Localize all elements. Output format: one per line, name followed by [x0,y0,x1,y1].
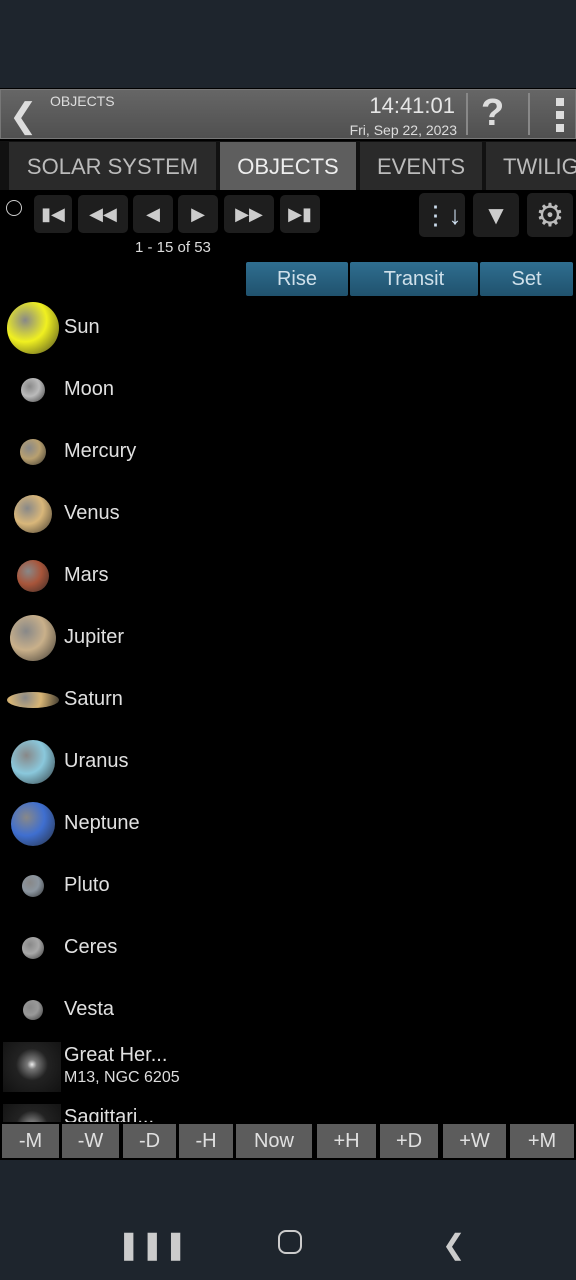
next-icon: ▶ [191,204,205,224]
filter-button[interactable]: ▼ [473,193,519,237]
time-step-minus-h-button[interactable]: -H [179,1124,233,1158]
settings-button[interactable]: ⚙ [527,193,573,237]
object-name: Moon [64,378,115,400]
time-step-plusminus-h-button[interactable]: +H [317,1124,376,1158]
clock-date[interactable]: Fri, Sep 22, 2023 [350,122,457,138]
time-step-plusminus-d-button[interactable]: +D [380,1124,438,1158]
list-item[interactable]: Moon [0,360,576,422]
home-icon[interactable] [278,1230,302,1254]
time-step-minus-d-button[interactable]: -D [123,1124,176,1158]
list-item[interactable]: Pluto [0,856,576,918]
object-name: Great Her... [64,1044,168,1066]
status-bar [0,0,576,88]
mars-image [17,560,49,592]
list-item[interactable]: Sagittari... [0,1104,576,1122]
list-item[interactable]: Mars [0,546,576,608]
list-item[interactable]: Mercury [0,422,576,484]
sort-down-icon: ⋮↓ [422,200,462,230]
mercury-image [20,439,46,465]
prev-icon: ◀ [146,204,160,224]
time-step-minus-m-button[interactable]: -M [2,1124,59,1158]
object-name: Neptune [64,812,140,834]
last-page-button[interactable]: ▶▮ [280,195,320,233]
more-menu-icon[interactable] [556,98,566,137]
list-item[interactable]: Saturn [0,670,576,732]
object-name: Saturn [64,688,123,710]
set-column-button[interactable]: Set [480,262,573,296]
saturn-image [7,692,59,708]
great-her-image [3,1042,61,1092]
list-item[interactable]: Vesta [0,980,576,1042]
system-nav-bar [0,1160,576,1280]
fast-forward-button[interactable]: ▶▶ [224,195,274,233]
transit-column-button[interactable]: Transit [350,262,478,296]
moon-image [21,378,45,402]
object-name: Mars [64,564,109,586]
list-item[interactable]: Ceres [0,918,576,980]
skip-start-icon: ▮◀ [41,204,65,224]
clock-time[interactable]: 14:41:01 [369,93,455,119]
gear-icon: ⚙ [535,197,565,233]
time-step-bar: -M -W -D -H Now +H +D +W +M [0,1123,576,1159]
time-step-now-button[interactable]: Now [236,1124,312,1158]
object-name: Pluto [64,874,110,896]
object-name: Mercury [64,440,137,462]
tab-twilight[interactable]: TWILIG [486,142,576,190]
fast-forward-icon: ▶▶ [235,204,263,224]
time-step-plusminus-m-button[interactable]: +M [510,1124,574,1158]
app-header: ❮ OBJECTS 14:41:01 Fri, Sep 22, 2023 ? [0,89,576,139]
object-name: Jupiter [64,626,125,648]
sagittari-image [3,1104,61,1122]
system-back-icon[interactable]: ❮ [442,1228,465,1261]
result-count: 1 - 15 of 53 [135,239,211,256]
neptune-image [11,802,55,846]
list-item[interactable]: Great Her... M13, NGC 6205 [0,1042,576,1104]
list-item[interactable]: Neptune [0,794,576,856]
filter-icon: ▼ [483,200,509,230]
rewind-icon: ◀◀ [89,204,117,224]
vesta-image [23,1000,43,1020]
recent-apps-icon[interactable]: ❚❚❚ [117,1228,187,1261]
prev-page-button[interactable]: ◀ [133,195,173,233]
object-name: Vesta [64,998,115,1020]
object-list[interactable]: Sun Moon Mercury Venus Mars Jupiter Saturn Uran… [0,298,576,1122]
rise-column-button[interactable]: Rise [246,262,348,296]
time-step-minus-w-button[interactable]: -W [62,1124,119,1158]
list-item[interactable]: Uranus [0,732,576,794]
fast-back-button[interactable]: ◀◀ [78,195,128,233]
pluto-image [22,875,44,897]
next-page-button[interactable]: ▶ [178,195,218,233]
back-icon[interactable]: ❮ [9,96,38,136]
skip-end-icon: ▶▮ [288,204,312,224]
status-circle-icon [6,200,22,216]
list-item[interactable]: Jupiter [0,608,576,670]
object-catalog-ids: M13, NGC 6205 [64,1069,180,1086]
object-name: Ceres [64,936,118,958]
venus-image [14,495,52,533]
sun-image [7,302,59,354]
jupiter-image [10,615,56,661]
help-icon[interactable]: ? [481,92,504,135]
pager-toolbar: ▮◀ ◀◀ ◀ ▶ ▶▶ ▶▮ ⋮↓ ▼ ⚙ [0,193,576,237]
first-page-button[interactable]: ▮◀ [34,195,72,233]
object-name: Uranus [64,750,129,772]
object-name: Sun [64,316,100,338]
time-step-plusminus-w-button[interactable]: +W [443,1124,506,1158]
object-name: Venus [64,502,120,524]
object-name: Sagittari... [64,1106,155,1122]
header-title: OBJECTS [50,93,115,109]
sort-button[interactable]: ⋮↓ [419,193,465,237]
ceres-image [22,937,44,959]
tab-events[interactable]: EVENTS [360,142,482,190]
uranus-image [11,740,55,784]
tab-solar-system[interactable]: SOLAR SYSTEM [9,142,216,190]
tab-objects[interactable]: OBJECTS [220,142,356,190]
divider [466,93,468,135]
tab-bar: SOLAR SYSTEM OBJECTS EVENTS TWILIG [0,141,576,190]
list-item[interactable]: Venus [0,484,576,546]
divider [528,93,530,135]
list-item[interactable]: Sun [0,298,576,360]
